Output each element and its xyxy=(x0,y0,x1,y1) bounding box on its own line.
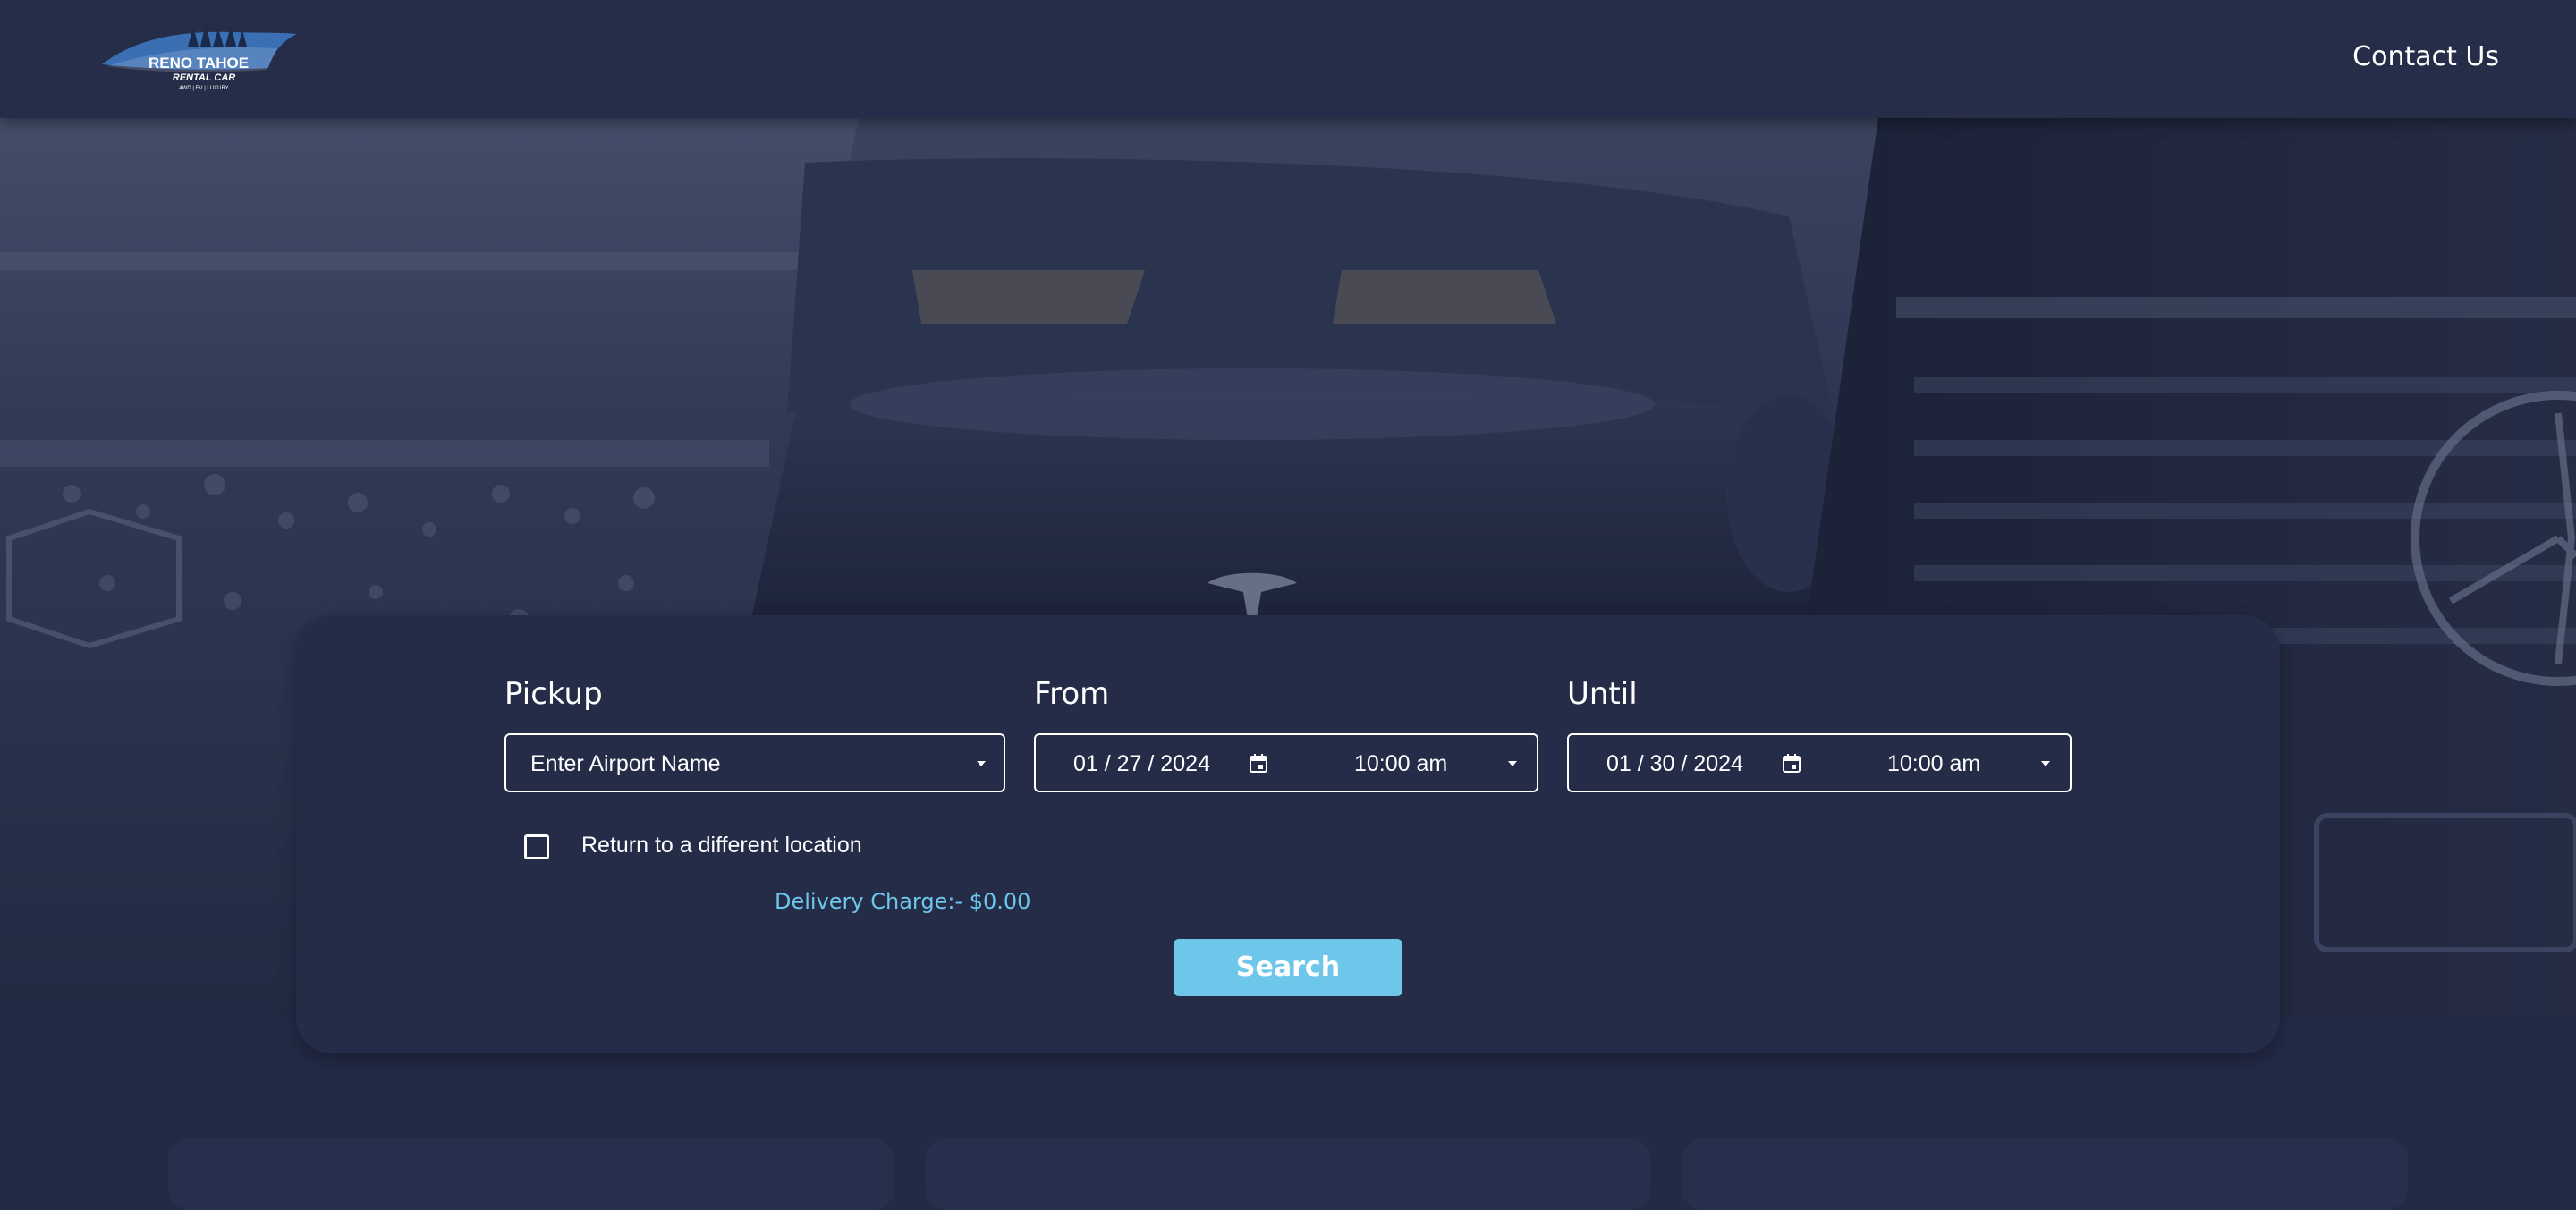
delivery-charge: Delivery Charge:- $0.00 xyxy=(775,889,1031,914)
logo-line-3: 4WD | EV | LUXURY xyxy=(179,86,228,91)
logo-line-1: RENO TAHOE xyxy=(148,55,249,72)
calendar-icon[interactable] xyxy=(1250,754,1267,774)
until-datetime-field: 01 / 30 / 2024 10:00 am xyxy=(1567,733,2072,792)
feature-card xyxy=(925,1138,1651,1210)
chevron-down-icon xyxy=(977,761,986,766)
from-datetime-field: 01 / 27 / 2024 10:00 am xyxy=(1034,733,1538,792)
until-time-select[interactable]: 10:00 am xyxy=(1887,751,1980,777)
contact-us-link[interactable]: Contact Us xyxy=(2352,41,2499,72)
brand-logo[interactable]: RENO TAHOE RENTAL CAR 4WD | EV | LUXURY xyxy=(98,21,301,93)
pickup-airport-select[interactable]: Enter Airport Name xyxy=(504,733,1005,792)
booking-search-panel: Pickup Enter Airport Name From 01 / 27 /… xyxy=(296,615,2280,1053)
logo-line-2: RENTAL CAR xyxy=(173,72,236,83)
calendar-icon[interactable] xyxy=(1783,754,1801,774)
from-date-input[interactable]: 01 / 27 / 2024 xyxy=(1073,751,1210,777)
search-button[interactable]: Search xyxy=(1174,939,1402,996)
from-label: From xyxy=(1034,676,1110,712)
chevron-down-icon xyxy=(2041,761,2050,766)
return-different-location-label[interactable]: Return to a different location xyxy=(581,833,862,859)
feature-card xyxy=(168,1138,894,1210)
pickup-label: Pickup xyxy=(504,676,603,712)
pickup-placeholder: Enter Airport Name xyxy=(530,751,721,776)
until-date-input[interactable]: 01 / 30 / 2024 xyxy=(1606,751,1743,777)
feature-card xyxy=(1682,1138,2408,1210)
chevron-down-icon xyxy=(1508,761,1517,766)
site-header: RENO TAHOE RENTAL CAR 4WD | EV | LUXURY … xyxy=(0,0,2576,118)
until-label: Until xyxy=(1567,676,1638,712)
from-time-select[interactable]: 10:00 am xyxy=(1354,751,1447,777)
return-different-location-checkbox[interactable] xyxy=(524,834,549,859)
